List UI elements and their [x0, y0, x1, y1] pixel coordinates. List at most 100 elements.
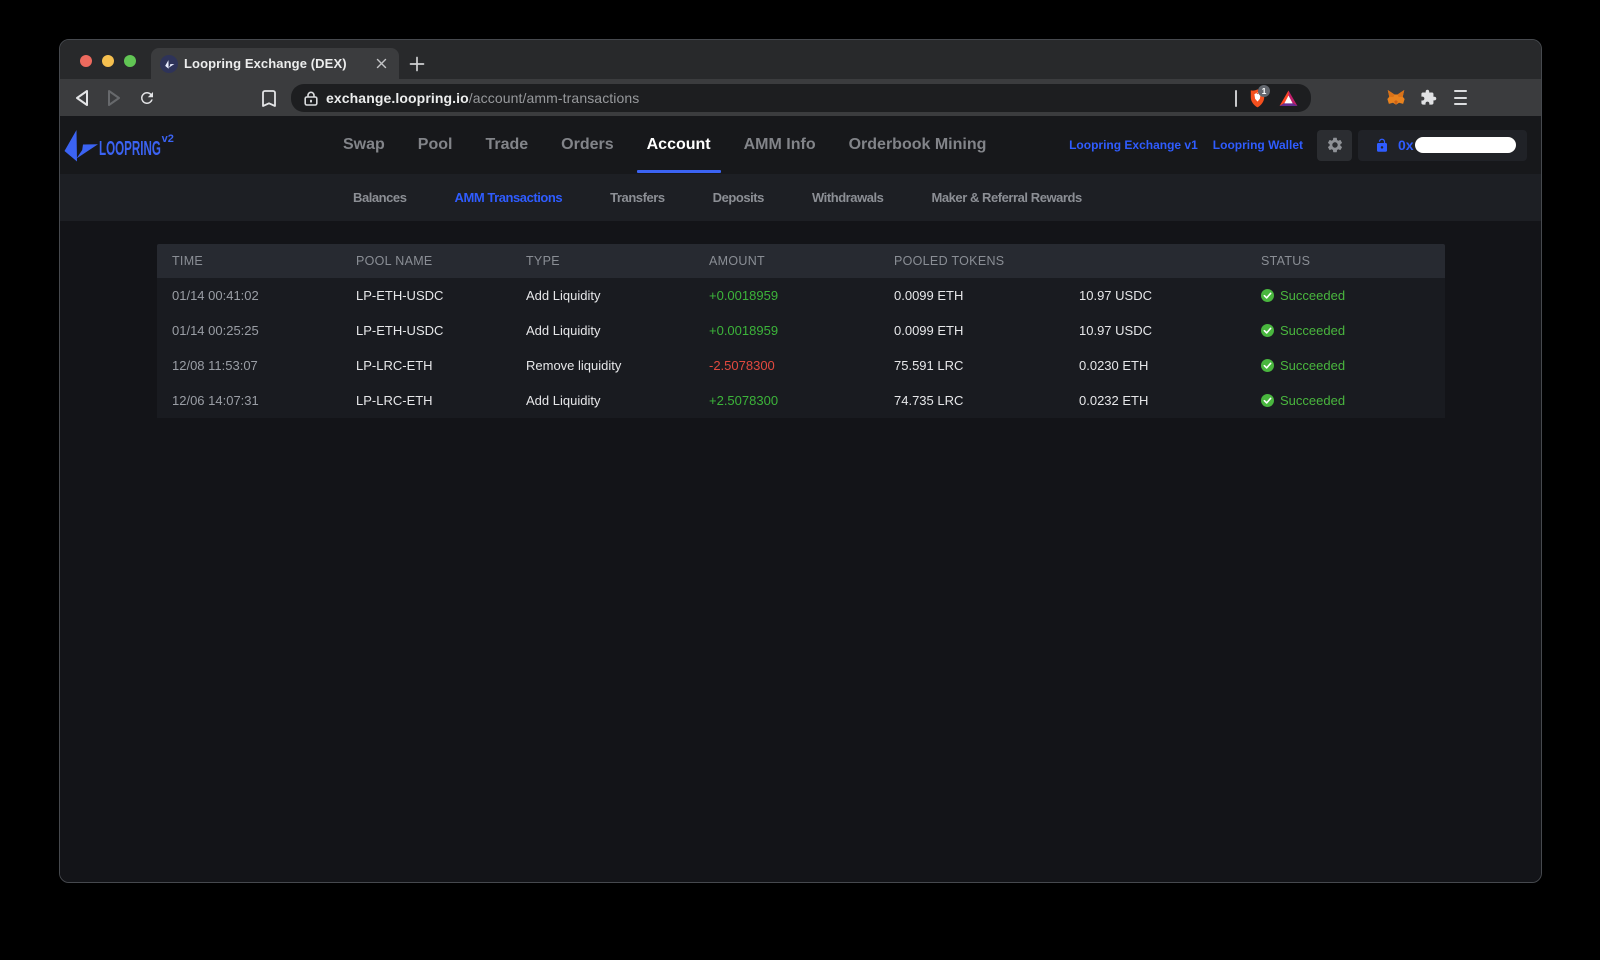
cell-type: Remove liquidity [526, 358, 622, 373]
nav-item-swap[interactable]: Swap [343, 116, 385, 174]
amm-transactions-table: TIME POOL NAME TYPE AMOUNT POOLED TOKENS… [157, 244, 1445, 418]
unlock-icon [1377, 138, 1387, 152]
col-header-type: TYPE [526, 254, 560, 268]
status-text: Succeeded [1280, 288, 1346, 303]
table-row[interactable]: 12/06 14:07:31 LP-LRC-ETH Add Liquidity … [157, 383, 1445, 418]
col-header-pool-name: POOL NAME [356, 254, 433, 268]
back-button-icon[interactable] [72, 88, 92, 108]
reload-button-icon[interactable] [137, 88, 157, 108]
brand-version: v2 [161, 133, 174, 145]
gear-icon [1327, 137, 1342, 153]
subnav-item-deposits[interactable]: Deposits [713, 190, 765, 205]
cell-pool-name: LP-LRC-ETH [356, 358, 433, 373]
link-loopring-wallet[interactable]: Loopring Wallet [1213, 138, 1303, 152]
status-text: Succeeded [1280, 323, 1346, 338]
cell-time: 12/06 14:07:31 [172, 393, 259, 408]
table-row[interactable]: 12/08 11:53:07 LP-LRC-ETH Remove liquidi… [157, 348, 1445, 383]
nav-item-pool[interactable]: Pool [418, 116, 453, 174]
cell-time: 01/14 00:41:02 [172, 288, 259, 303]
table-row[interactable]: 01/14 00:41:02 LP-ETH-USDC Add Liquidity… [157, 278, 1445, 313]
main-nav: Swap Pool Trade Orders Account AMM Info … [343, 116, 986, 174]
url-domain: exchange.loopring.io [326, 90, 469, 106]
wallet-address-redacted [1414, 137, 1516, 153]
brave-rewards-bat-icon[interactable] [1279, 89, 1298, 107]
url-path: /account/amm-transactions [468, 90, 640, 106]
browser-toolbar: exchange.loopring.io/account/amm-transac… [60, 79, 1541, 116]
cell-type: Add Liquidity [526, 323, 601, 338]
tab-strip: Loopring Exchange (DEX) [60, 40, 1541, 79]
loopring-brand[interactable]: LOOPRING v2 [63, 127, 174, 163]
col-header-status: STATUS [1261, 254, 1311, 268]
check-circle-icon [1261, 324, 1274, 337]
loopring-logo-icon [64, 130, 98, 162]
check-circle-icon [1261, 359, 1274, 372]
nav-item-orders[interactable]: Orders [561, 116, 613, 174]
cell-time: 01/14 00:25:25 [172, 323, 259, 338]
subnav-item-amm-transactions[interactable]: AMM Transactions [455, 190, 563, 205]
subnav-item-withdrawals[interactable]: Withdrawals [812, 190, 884, 205]
address-bar[interactable]: exchange.loopring.io/account/amm-transac… [291, 84, 1311, 112]
cell-amount: -2.5078300 [709, 358, 775, 373]
browser-menu-icon[interactable] [1454, 90, 1467, 105]
table-row[interactable]: 01/14 00:25:25 LP-ETH-USDC Add Liquidity… [157, 313, 1445, 348]
check-circle-icon [1261, 394, 1274, 407]
extensions-puzzle-icon[interactable] [1420, 89, 1437, 106]
tab-close-icon[interactable] [373, 56, 389, 72]
link-loopring-exchange-v1[interactable]: Loopring Exchange v1 [1069, 138, 1198, 152]
cell-token-b: 0.0232 ETH [1079, 393, 1149, 408]
table-header-row: TIME POOL NAME TYPE AMOUNT POOLED TOKENS… [157, 244, 1445, 278]
tab-title: Loopring Exchange (DEX) [184, 56, 347, 71]
cell-status: Succeeded [1261, 358, 1445, 373]
subnav-item-balances[interactable]: Balances [353, 190, 407, 205]
check-circle-icon [1261, 289, 1274, 302]
nav-item-orderbook-mining[interactable]: Orderbook Mining [849, 116, 987, 174]
nav-item-amm-info[interactable]: AMM Info [744, 116, 816, 174]
col-header-time: TIME [172, 254, 204, 268]
urlbar-right-icons: 1 [1235, 84, 1311, 108]
cell-token-b: 10.97 USDC [1079, 323, 1152, 338]
nav-item-trade[interactable]: Trade [485, 116, 528, 174]
cell-token-b: 10.97 USDC [1079, 288, 1152, 303]
cell-type: Add Liquidity [526, 393, 601, 408]
brave-shield-icon[interactable]: 1 [1250, 84, 1270, 108]
cell-token-a: 75.591 LRC [894, 358, 964, 373]
cell-pool-name: LP-LRC-ETH [356, 393, 433, 408]
subnav-item-maker-referral-rewards[interactable]: Maker & Referral Rewards [931, 190, 1082, 205]
window-zoom-button[interactable] [124, 55, 136, 67]
col-header-amount: AMOUNT [709, 254, 765, 268]
page-content: TIME POOL NAME TYPE AMOUNT POOLED TOKENS… [60, 221, 1541, 882]
cell-token-a: 74.735 LRC [894, 393, 964, 408]
cell-token-a: 0.0099 ETH [894, 323, 964, 338]
wallet-address-button[interactable]: 0x [1358, 129, 1527, 161]
cell-type: Add Liquidity [526, 288, 601, 303]
shield-badge-count: 1 [1258, 84, 1270, 97]
cell-amount: +0.0018959 [709, 288, 779, 303]
forward-button-icon[interactable] [104, 88, 124, 108]
metamask-extension-icon[interactable] [1387, 89, 1405, 106]
new-tab-button[interactable] [409, 56, 425, 72]
cell-pool-name: LP-ETH-USDC [356, 323, 444, 338]
urlbar-divider [1235, 89, 1237, 107]
url-text: exchange.loopring.io/account/amm-transac… [326, 90, 639, 106]
bookmark-icon[interactable] [259, 88, 279, 108]
window-close-button[interactable] [80, 55, 92, 67]
settings-button[interactable] [1317, 129, 1352, 161]
browser-tab[interactable]: Loopring Exchange (DEX) [151, 48, 399, 79]
https-lock-icon [304, 91, 318, 106]
cell-amount: +2.5078300 [709, 393, 779, 408]
status-text: Succeeded [1280, 358, 1346, 373]
cell-pool-name: LP-ETH-USDC [356, 288, 444, 303]
brand-name: LOOPRING [99, 138, 161, 160]
subnav-item-transfers[interactable]: Transfers [610, 190, 665, 205]
header-right: Loopring Exchange v1 Loopring Wallet 0x [1069, 116, 1527, 174]
traffic-lights [80, 55, 136, 67]
window-minimize-button[interactable] [102, 55, 114, 67]
nav-item-account[interactable]: Account [636, 116, 721, 174]
tab-favicon-loopring-icon [160, 54, 178, 73]
wallet-address-prefix: 0x [1398, 137, 1414, 153]
account-subnav: Balances AMM Transactions Transfers Depo… [60, 174, 1541, 221]
cell-status: Succeeded [1261, 393, 1445, 408]
table-body: 01/14 00:41:02 LP-ETH-USDC Add Liquidity… [157, 278, 1445, 418]
cell-token-b: 0.0230 ETH [1079, 358, 1149, 373]
status-text: Succeeded [1280, 393, 1346, 408]
